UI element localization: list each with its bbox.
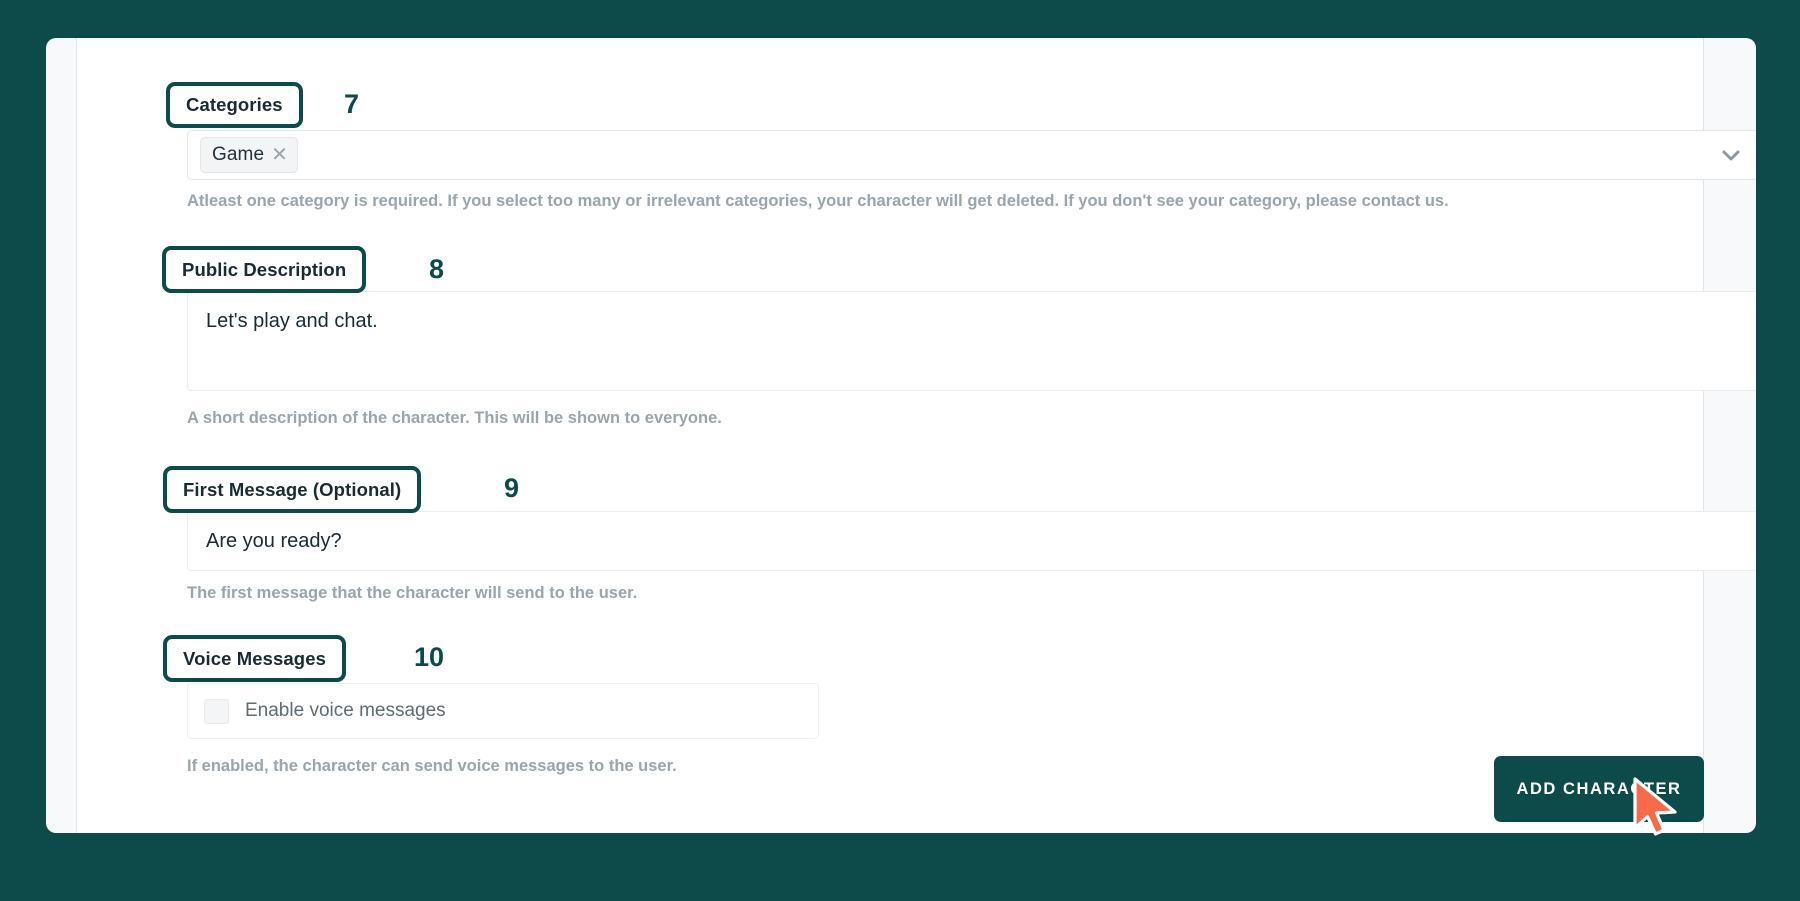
enable-voice-messages-label: Enable voice messages: [245, 700, 446, 721]
step-number-8: 8: [429, 254, 445, 284]
step-number-9: 9: [504, 473, 520, 503]
enable-voice-messages-checkbox[interactable]: [204, 698, 229, 724]
highlight-box-categories: Categories: [166, 82, 303, 128]
helper-first-message: The first message that the character wil…: [187, 584, 638, 602]
form-scroll-container[interactable]: Categories 7 Game ✕ Atleast one category…: [76, 38, 1756, 833]
categories-multiselect[interactable]: Game ✕: [187, 130, 1756, 180]
chevron-down-icon[interactable]: [1718, 142, 1744, 168]
first-message-textarea[interactable]: [187, 511, 1756, 571]
public-description-textarea[interactable]: [187, 291, 1756, 391]
highlight-box-public-description: Public Description: [162, 246, 367, 293]
label-voice-messages: Voice Messages: [183, 647, 326, 669]
helper-categories: Atleast one category is required. If you…: [187, 192, 1449, 210]
page-root: Categories 7 Game ✕ Atleast one category…: [0, 0, 1800, 901]
category-chip-label: Game: [212, 144, 265, 165]
helper-public-description: A short description of the character. Th…: [187, 409, 722, 427]
close-icon[interactable]: ✕: [271, 145, 288, 165]
add-character-button[interactable]: ADD CHARACTER: [1494, 756, 1704, 822]
step-number-7: 7: [344, 89, 360, 119]
label-public-description: Public Description: [182, 258, 347, 280]
enable-voice-messages-row[interactable]: Enable voice messages: [187, 683, 819, 739]
label-first-message: First Message (Optional): [183, 478, 402, 500]
category-chip-game[interactable]: Game ✕: [200, 137, 298, 173]
character-form-card: Categories 7 Game ✕ Atleast one category…: [46, 38, 1756, 833]
helper-voice-messages: If enabled, the character can send voice…: [187, 757, 677, 775]
highlight-box-first-message: First Message (Optional): [163, 466, 422, 513]
label-categories: Categories: [186, 94, 283, 115]
highlight-box-voice-messages: Voice Messages: [163, 635, 346, 682]
step-number-10: 10: [414, 642, 445, 672]
